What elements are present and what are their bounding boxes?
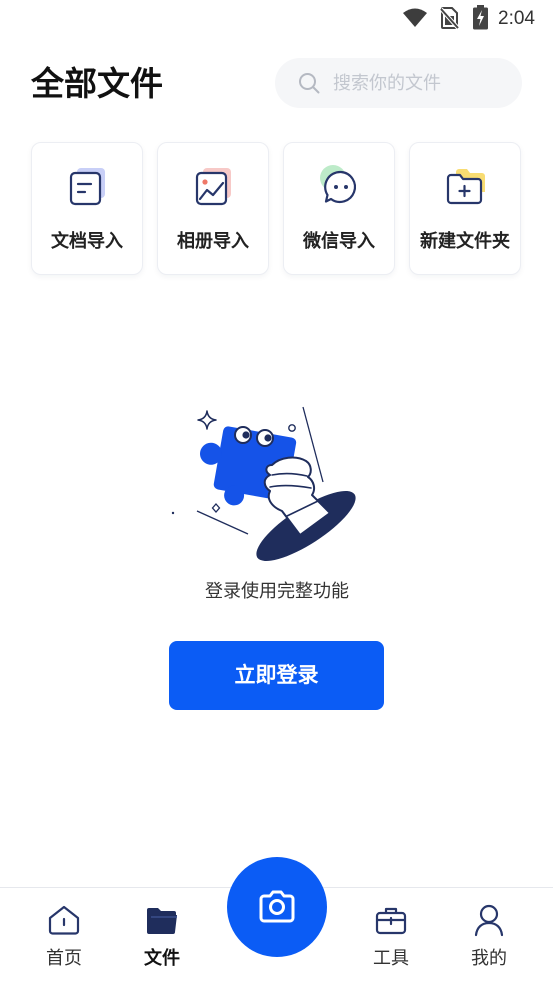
- new-folder-icon: [446, 169, 485, 205]
- nav-label: 我的: [471, 948, 507, 968]
- home-icon: [48, 905, 80, 935]
- nav-item-files[interactable]: 文件: [113, 888, 211, 983]
- toolbox-icon: [375, 907, 407, 935]
- card-label: 相册导入: [177, 231, 249, 251]
- nav-label: 工具: [373, 948, 409, 968]
- wechat-import-card[interactable]: 微信导入: [283, 142, 395, 275]
- document-import-icon: [69, 168, 105, 206]
- nav-item-profile[interactable]: 我的: [440, 888, 538, 983]
- battery-charging-icon: [473, 5, 488, 30]
- no-sim-icon: [440, 7, 459, 29]
- user-icon: [474, 904, 504, 937]
- nav-item-home[interactable]: 首页: [15, 888, 113, 983]
- wechat-import-icon: [320, 165, 357, 204]
- album-import-card[interactable]: 相册导入: [157, 142, 269, 275]
- album-import-icon: [195, 168, 231, 206]
- dot-decoration: [171, 511, 175, 515]
- puzzle-hand-illustration: [171, 406, 356, 562]
- sparkle-icon: [197, 410, 217, 430]
- search-input[interactable]: [333, 58, 508, 108]
- camera-button[interactable]: [227, 857, 327, 957]
- card-label: 微信导入: [303, 231, 375, 251]
- login-button[interactable]: 立即登录: [169, 641, 384, 710]
- status-time: 2:04: [498, 8, 535, 29]
- wifi-icon: [403, 8, 427, 27]
- page-title: 全部文件: [31, 65, 163, 102]
- folder-icon: [147, 908, 177, 934]
- card-label: 文档导入: [51, 231, 123, 251]
- new-folder-card[interactable]: 新建文件夹: [409, 142, 521, 275]
- card-label: 新建文件夹: [420, 231, 510, 251]
- search-icon: [299, 73, 320, 94]
- search-box[interactable]: [275, 58, 522, 108]
- nav-label: 文件: [144, 948, 180, 968]
- camera-icon: [259, 890, 295, 923]
- status-bar: 2:04: [0, 0, 553, 36]
- diamond-decoration: [211, 503, 221, 513]
- nav-item-tools[interactable]: 工具: [342, 888, 440, 983]
- document-import-card[interactable]: 文档导入: [31, 142, 143, 275]
- login-prompt-text: 登录使用完整功能: [205, 581, 349, 601]
- line-decoration: [196, 510, 249, 535]
- nav-label: 首页: [46, 948, 82, 968]
- small-circle-decoration: [288, 424, 296, 432]
